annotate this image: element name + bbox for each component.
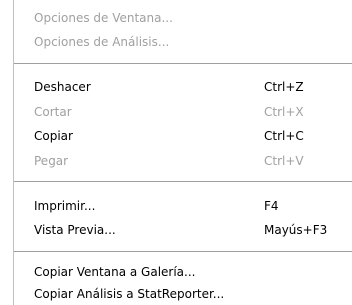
menu-item-label: Copiar xyxy=(34,129,73,143)
menu-item-opciones-analisis: Opciones de Análisis... xyxy=(34,32,334,52)
menu-item-imprimir[interactable]: Imprimir... F4 xyxy=(34,196,334,216)
menu-item-shortcut: F4 xyxy=(264,199,279,213)
menu-separator xyxy=(14,63,352,65)
menu-item-label: Deshacer xyxy=(34,80,91,94)
menu-item-label: Opciones de Análisis... xyxy=(34,35,170,49)
menu-item-shortcut: Ctrl+V xyxy=(264,154,304,168)
menu-item-shortcut: Ctrl+C xyxy=(264,129,304,143)
menu-separator xyxy=(14,251,352,253)
menu-item-label: Copiar Análisis a StatReporter... xyxy=(34,287,225,301)
menu-item-copiar-ventana-galeria[interactable]: Copiar Ventana a Galería... xyxy=(34,262,334,282)
menu-item-vista-previa[interactable]: Vista Previa... Mayús+F3 xyxy=(34,220,334,240)
menu-item-shortcut: Ctrl+X xyxy=(264,105,304,119)
menu-item-shortcut: Mayús+F3 xyxy=(264,223,328,237)
menu-item-label: Copiar Ventana a Galería... xyxy=(34,265,196,279)
menu-item-copiar[interactable]: Copiar Ctrl+C xyxy=(34,126,334,146)
menu-item-pegar: Pegar Ctrl+V xyxy=(34,151,334,171)
menu-item-label: Vista Previa... xyxy=(34,223,116,237)
menu-item-deshacer[interactable]: Deshacer Ctrl+Z xyxy=(34,77,334,97)
menu-item-label: Imprimir... xyxy=(34,199,96,213)
menu-item-cortar: Cortar Ctrl+X xyxy=(34,102,334,122)
menu-item-label: Pegar xyxy=(34,154,69,168)
menu-item-label: Opciones de Ventana... xyxy=(34,11,173,25)
menu-separator xyxy=(14,181,352,183)
menu-item-opciones-ventana: Opciones de Ventana... xyxy=(34,8,334,28)
context-menu: Opciones de Ventana... Opciones de Análi… xyxy=(13,0,352,305)
menu-item-label: Cortar xyxy=(34,105,72,119)
menu-item-copiar-analisis-statreporter[interactable]: Copiar Análisis a StatReporter... xyxy=(34,284,334,304)
menu-item-shortcut: Ctrl+Z xyxy=(264,80,304,94)
